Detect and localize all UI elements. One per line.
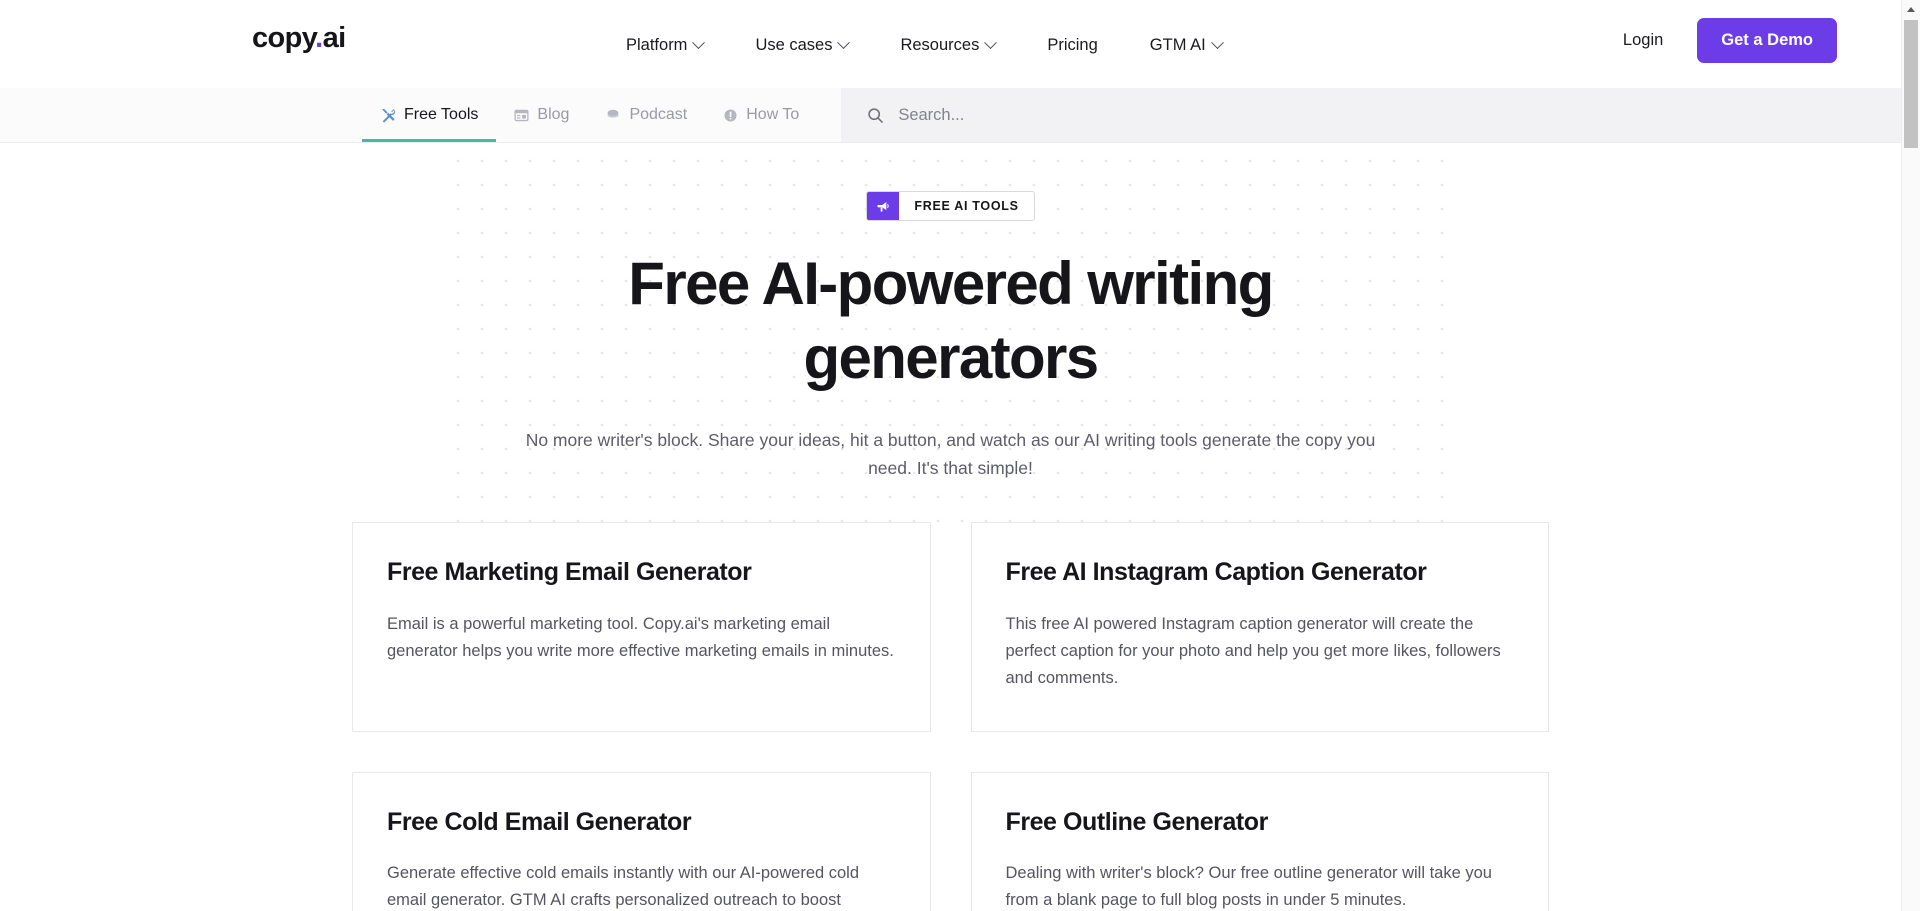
nav-label-resources: Resources xyxy=(900,36,980,54)
header-actions: Login Get a Demo xyxy=(1613,18,1837,63)
subnav-tab-blog[interactable]: Blog xyxy=(496,88,587,142)
tool-card-description: Generate effective cold emails instantly… xyxy=(387,864,860,910)
hero-badge-wrapper: FREE AI TOOLS xyxy=(0,191,1901,221)
nav-item-pricing[interactable]: Pricing xyxy=(1021,30,1123,62)
hero-inner: FREE AI TOOLS Free AI-powered writing ge… xyxy=(0,191,1901,482)
logo-suffix: ai xyxy=(322,22,347,54)
subnav-tab-label-how-to: How To xyxy=(746,106,800,123)
podcast-icon xyxy=(608,109,619,118)
get-a-demo-button[interactable]: Get a Demo xyxy=(1697,18,1837,63)
nav-item-use-cases[interactable]: Use cases xyxy=(729,30,874,62)
login-link[interactable]: Login xyxy=(1613,23,1673,58)
badge-label: FREE AI TOOLS xyxy=(914,199,1019,213)
scrollbar-thumb[interactable] xyxy=(1904,20,1918,148)
vertical-scrollbar[interactable] xyxy=(1901,0,1920,911)
subnav-tab-label-blog: Blog xyxy=(537,106,570,123)
search-container[interactable] xyxy=(841,88,1901,142)
search-input[interactable] xyxy=(898,105,1399,125)
tool-card-marketing-email[interactable]: Free Marketing Email Generator Email is … xyxy=(352,522,931,732)
info-icon xyxy=(724,109,737,121)
tool-card-description: Email is a powerful marketing tool. Copy… xyxy=(387,614,894,661)
site-header: copy.ai Platform Use cases Resources Pri… xyxy=(0,0,1901,88)
scrollbar-track[interactable] xyxy=(1904,20,1918,909)
tool-card-title: Free Cold Email Generator xyxy=(387,807,692,836)
nav-item-resources[interactable]: Resources xyxy=(874,30,1021,62)
subnav-tab-how-to[interactable]: How To xyxy=(705,88,817,142)
nav-label-gtm-ai: GTM AI xyxy=(1149,36,1206,54)
logo-text: copy xyxy=(252,22,316,54)
tool-card-title: Free Outline Generator xyxy=(1005,807,1269,836)
free-ai-tools-badge: FREE AI TOOLS xyxy=(866,191,1035,221)
nav-item-platform[interactable]: Platform xyxy=(600,30,729,62)
badge-icon-box xyxy=(867,192,900,220)
browser-viewport: copy.ai Platform Use cases Resources Pri… xyxy=(0,0,1920,911)
subnav-tab-free-tools[interactable]: Free Tools xyxy=(362,88,497,142)
nav-label-pricing: Pricing xyxy=(1047,36,1098,54)
article-icon xyxy=(514,109,529,121)
site-logo[interactable]: copy.ai xyxy=(252,24,346,53)
tool-card-description: Dealing with writer's block? Our free ou… xyxy=(1005,864,1492,910)
tools-icon xyxy=(382,109,396,123)
tool-card-cold-email[interactable]: Free Cold Email Generator Generate effec… xyxy=(352,771,931,911)
tool-card-title: Free Marketing Email Generator xyxy=(387,558,752,587)
subnav-tab-list: Free Tools Blog Podcast How To xyxy=(0,88,817,142)
tool-card-title: Free AI Instagram Caption Generator xyxy=(1005,558,1427,587)
chevron-down-icon xyxy=(837,36,851,50)
logo-dot: . xyxy=(315,22,323,54)
search-icon xyxy=(868,107,884,123)
hero-section: FREE AI TOOLS Free AI-powered writing ge… xyxy=(0,143,1901,523)
chevron-up-icon xyxy=(1907,6,1915,12)
tools-grid: Free Marketing Email Generator Email is … xyxy=(352,522,1549,911)
tool-card-instagram-caption[interactable]: Free AI Instagram Caption Generator This… xyxy=(970,522,1549,732)
page-title: Free AI-powered writing generators xyxy=(628,250,1274,392)
nav-item-gtm-ai[interactable]: GTM AI xyxy=(1124,30,1248,62)
nav-label-use-cases: Use cases xyxy=(755,36,833,54)
subnav-tab-label-free-tools: Free Tools xyxy=(404,106,479,123)
chevron-down-icon xyxy=(1210,36,1224,50)
tool-card-description: This free AI powered Instagram caption g… xyxy=(1005,614,1501,688)
subnav-tab-podcast[interactable]: Podcast xyxy=(587,88,705,142)
secondary-navigation: Free Tools Blog Podcast How To Search... xyxy=(0,88,1901,143)
tool-card-outline[interactable]: Free Outline Generator Dealing with writ… xyxy=(970,771,1549,911)
scrollbar-up-button[interactable] xyxy=(1902,0,1920,18)
tools-grid-section: Free Marketing Email Generator Email is … xyxy=(0,522,1901,911)
nav-label-platform: Platform xyxy=(626,36,688,54)
primary-navigation: Platform Use cases Resources Pricing GTM… xyxy=(600,30,1248,62)
hero-subtitle: No more writer's block. Share your ideas… xyxy=(525,429,1376,479)
chevron-down-icon xyxy=(692,36,706,50)
chevron-down-icon xyxy=(984,36,998,50)
subnav-tab-label-podcast: Podcast xyxy=(629,106,688,123)
page-content: copy.ai Platform Use cases Resources Pri… xyxy=(0,0,1901,911)
megaphone-icon xyxy=(877,201,889,212)
